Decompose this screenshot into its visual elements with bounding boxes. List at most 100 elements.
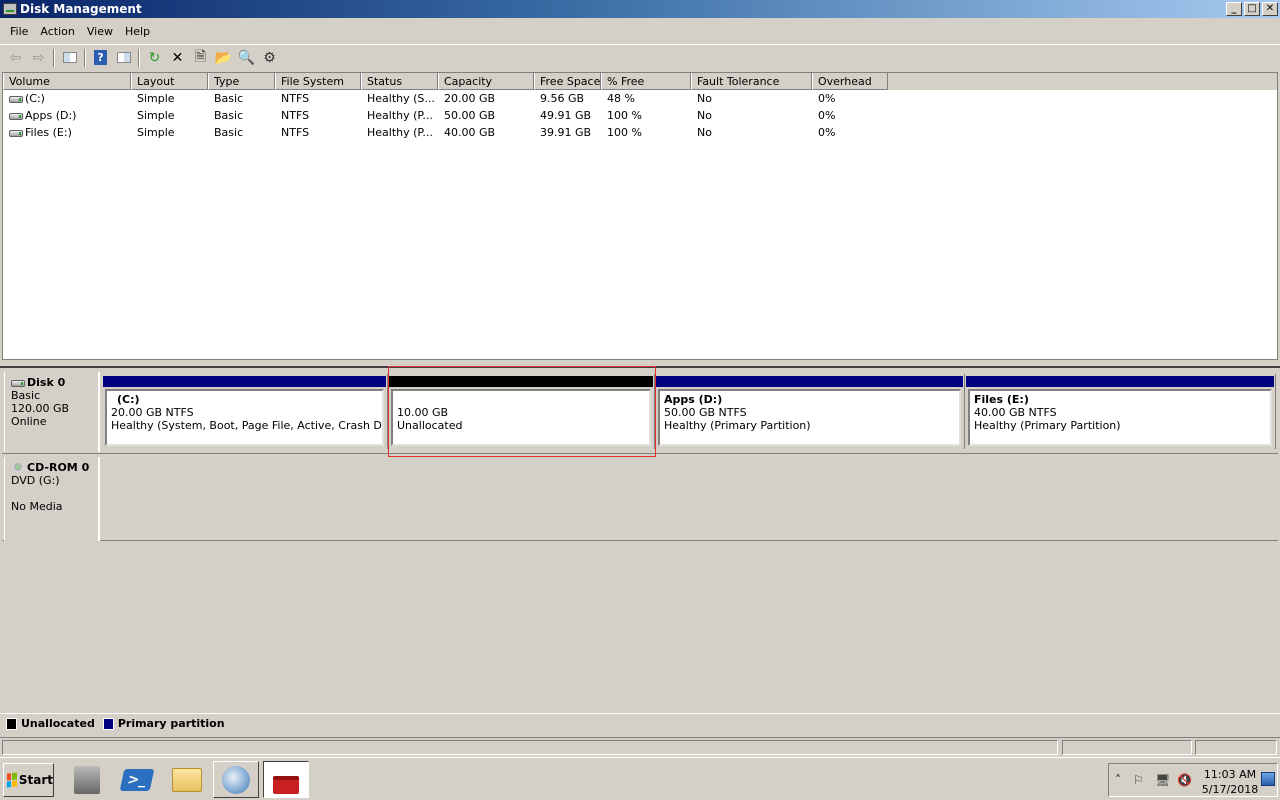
clock[interactable]: 11:03 AM 5/17/2018: [1199, 767, 1261, 797]
start-button[interactable]: Start: [3, 763, 54, 797]
action-center-flag-icon[interactable]: ⚐: [1133, 773, 1144, 787]
capacity-text: 50.00 GB: [444, 109, 496, 122]
disk-management-icon: [3, 3, 17, 15]
partition-name: Apps (D:): [664, 393, 723, 406]
column-status[interactable]: Status: [361, 73, 438, 90]
layout-text: Simple: [137, 109, 175, 122]
cell-capacity: 50.00 GB: [438, 107, 534, 124]
layout-text: Simple: [137, 126, 175, 139]
column-volume[interactable]: Volume: [3, 73, 131, 90]
partition-status: Unallocated: [397, 419, 463, 432]
control-panel-icon[interactable]: [213, 761, 259, 798]
partition-type-bar: [103, 376, 386, 387]
menu-help[interactable]: Help: [119, 22, 156, 42]
menu-bar: File Action View Help: [0, 22, 1280, 42]
forward-icon[interactable]: ⇨: [27, 47, 50, 69]
cell-status: Healthy (P...: [361, 107, 438, 124]
status-text: Healthy (P...: [367, 126, 433, 139]
column-capacity[interactable]: Capacity: [438, 73, 534, 90]
cell-type: Basic: [208, 90, 275, 107]
partition-d[interactable]: Apps (D:) 50.00 GB NTFS Healthy (Primary P…: [655, 374, 965, 449]
menu-action[interactable]: Action: [34, 22, 80, 42]
back-icon[interactable]: ⇦: [4, 47, 27, 69]
pane-splitter[interactable]: [0, 360, 1280, 368]
minimize-button[interactable]: _: [1226, 2, 1242, 16]
menu-view[interactable]: View: [81, 22, 119, 42]
status-text: Healthy (P...: [367, 109, 433, 122]
percent-free-text: 100 %: [607, 126, 642, 139]
close-button[interactable]: ✕: [1262, 2, 1278, 16]
status-pane-2: [1062, 740, 1192, 755]
server-manager-icon[interactable]: [64, 761, 110, 798]
column-fault-tolerance[interactable]: Fault Tolerance: [691, 73, 812, 90]
overhead-text: 0%: [818, 109, 836, 122]
cell-status: Healthy (S...: [361, 90, 438, 107]
column-file-system[interactable]: File System: [275, 73, 361, 90]
toolbar-separator: [138, 48, 140, 67]
volume-icon: [9, 129, 23, 137]
partition-type-bar: [656, 376, 963, 387]
volume-text: (C:): [25, 92, 45, 105]
free-space-text: 39.91 GB: [540, 126, 592, 139]
help-icon[interactable]: ?: [89, 47, 112, 69]
show-hidden-icons-icon[interactable]: ˄: [1115, 773, 1121, 787]
volume-row[interactable]: Files (E:) Simple Basic NTFS Healthy (P... 40…: [3, 124, 1277, 141]
partition-unallocated[interactable]: 10.00 GB Unallocated: [388, 374, 655, 449]
partition-c[interactable]: (C:) 20.00 GB NTFS Healthy (System, Boot, …: [102, 374, 388, 449]
disk-0-status: Online: [11, 415, 47, 428]
volume-icon: [9, 95, 23, 103]
column-overhead[interactable]: Overhead: [812, 73, 888, 90]
show-hide-console-tree-icon[interactable]: [58, 47, 81, 69]
show-hide-action-pane-icon[interactable]: [112, 47, 135, 69]
cell-free-space: 39.91 GB: [534, 124, 601, 141]
computer-management-icon[interactable]: [263, 761, 309, 798]
partition-details: Apps (D:) 50.00 GB NTFS Healthy (Primary P…: [658, 389, 961, 446]
partition-e[interactable]: Files (E:) 40.00 GB NTFS Healthy (Primary …: [965, 374, 1276, 449]
status-pane-3: [1195, 740, 1277, 755]
volume-row[interactable]: (C:) Simple Basic NTFS Healthy (S... 20.00 GB…: [3, 90, 1277, 107]
file-system-text: NTFS: [281, 92, 310, 105]
cdrom-0-row: CD-ROM 0 DVD (G:) No Media: [2, 455, 1278, 541]
legend: Unallocated Primary partition: [0, 713, 1280, 733]
cell-file-system: NTFS: [275, 90, 361, 107]
refresh-icon[interactable]: ↻: [143, 47, 166, 69]
restore-button[interactable]: □: [1244, 2, 1260, 16]
volume-row[interactable]: Apps (D:) Simple Basic NTFS Healthy (P... 50.…: [3, 107, 1277, 124]
column-free-space[interactable]: Free Space: [534, 73, 601, 90]
cdrom-0-type: DVD (G:): [11, 474, 60, 487]
properties-icon[interactable]: 🗎: [189, 47, 212, 69]
cdrom-0-name: CD-ROM 0: [27, 461, 90, 474]
cell-overhead: 0%: [812, 90, 888, 107]
toolbar-separator: [84, 48, 86, 67]
delete-icon[interactable]: ✕: [166, 47, 189, 69]
type-text: Basic: [214, 126, 244, 139]
file-explorer-icon[interactable]: [164, 761, 210, 798]
window-title: Disk Management: [20, 2, 142, 16]
menu-file[interactable]: File: [4, 22, 34, 42]
partition-status: Healthy (Primary Partition): [974, 419, 1121, 432]
partition-size: 50.00 GB NTFS: [664, 406, 747, 419]
cell-free-space: 9.56 GB: [534, 90, 601, 107]
title-bar: Disk Management _ □ ✕: [0, 0, 1280, 18]
disk-0-type: Basic: [11, 389, 41, 402]
network-icon[interactable]: 🖥: [1155, 773, 1170, 787]
cdrom-0-label[interactable]: CD-ROM 0 DVD (G:) No Media: [4, 457, 100, 541]
volume-list: Volume Layout Type File System Status Ca…: [2, 72, 1278, 360]
column-type[interactable]: Type: [208, 73, 275, 90]
show-desktop-icon[interactable]: [1261, 772, 1275, 786]
cell-fault-tolerance: No: [691, 107, 812, 124]
column-percent-free[interactable]: % Free: [601, 73, 691, 90]
settings-icon[interactable]: ⚙: [258, 47, 281, 69]
free-space-text: 49.91 GB: [540, 109, 592, 122]
powershell-icon[interactable]: >_: [114, 761, 160, 798]
free-space-text: 9.56 GB: [540, 92, 585, 105]
capacity-text: 40.00 GB: [444, 126, 496, 139]
clock-time: 11:03 AM: [1203, 768, 1257, 781]
primary-partition-swatch: [102, 717, 114, 730]
volume-muted-icon[interactable]: 🔇: [1177, 773, 1192, 787]
disk-0-label[interactable]: Disk 0 Basic 120.00 GB Online: [4, 372, 100, 452]
explore-icon[interactable]: 🔍: [235, 47, 258, 69]
open-icon[interactable]: 📂: [212, 47, 235, 69]
system-tray: ˄ ⚐ 🖥 🔇 11:03 AM 5/17/2018: [1108, 763, 1278, 797]
column-layout[interactable]: Layout: [131, 73, 208, 90]
